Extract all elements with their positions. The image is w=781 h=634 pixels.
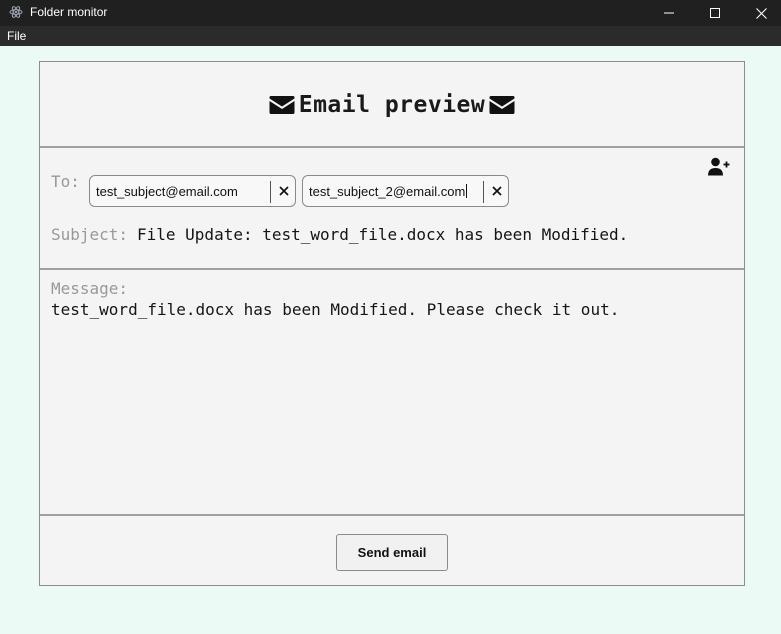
subject-label: Subject: — [51, 225, 129, 244]
recipient-email-input[interactable]: test_subject_2@email.com — [309, 184, 468, 199]
to-label: To: — [51, 172, 80, 191]
email-preview-card: Email preview To: test_subject@email.com… — [39, 61, 745, 586]
chip-divider — [270, 181, 271, 203]
recipient-chip-editing[interactable]: test_subject_2@email.com — [302, 175, 509, 207]
recipient-email[interactable]: test_subject@email.com — [96, 184, 238, 199]
minimize-button[interactable] — [646, 0, 692, 26]
x-icon[interactable] — [488, 182, 506, 200]
text-caret — [466, 184, 468, 198]
menu-item-file[interactable]: File — [7, 29, 26, 43]
envelope-icon — [489, 96, 515, 114]
message-section: Message: test_word_file.docx has been Mo… — [40, 271, 744, 516]
subject-value: File Update: test_word_file.docx has bee… — [137, 225, 629, 244]
close-icon — [755, 7, 767, 19]
message-body: test_word_file.docx has been Modified. P… — [51, 300, 620, 319]
recipients-section: To: test_subject@email.com test_subject_… — [40, 149, 744, 270]
menu-bar: File — [0, 26, 781, 46]
maximize-icon — [710, 8, 720, 18]
page-title: Email preview — [298, 92, 486, 118]
send-email-button[interactable]: Send email — [336, 534, 448, 571]
x-icon[interactable] — [275, 182, 293, 200]
minimize-icon — [664, 12, 674, 14]
card-footer: Send email — [40, 518, 744, 585]
chip-divider — [483, 181, 484, 203]
envelope-icon — [269, 96, 295, 114]
recipient-chip[interactable]: test_subject@email.com — [89, 175, 296, 207]
card-header: Email preview — [40, 62, 744, 148]
add-user-icon[interactable] — [708, 157, 730, 177]
close-button[interactable] — [738, 0, 781, 26]
window-title: Folder monitor — [30, 5, 108, 19]
message-label: Message: — [51, 279, 129, 298]
electron-icon — [9, 6, 23, 18]
maximize-button[interactable] — [692, 0, 738, 26]
title-bar: Folder monitor — [0, 0, 781, 26]
